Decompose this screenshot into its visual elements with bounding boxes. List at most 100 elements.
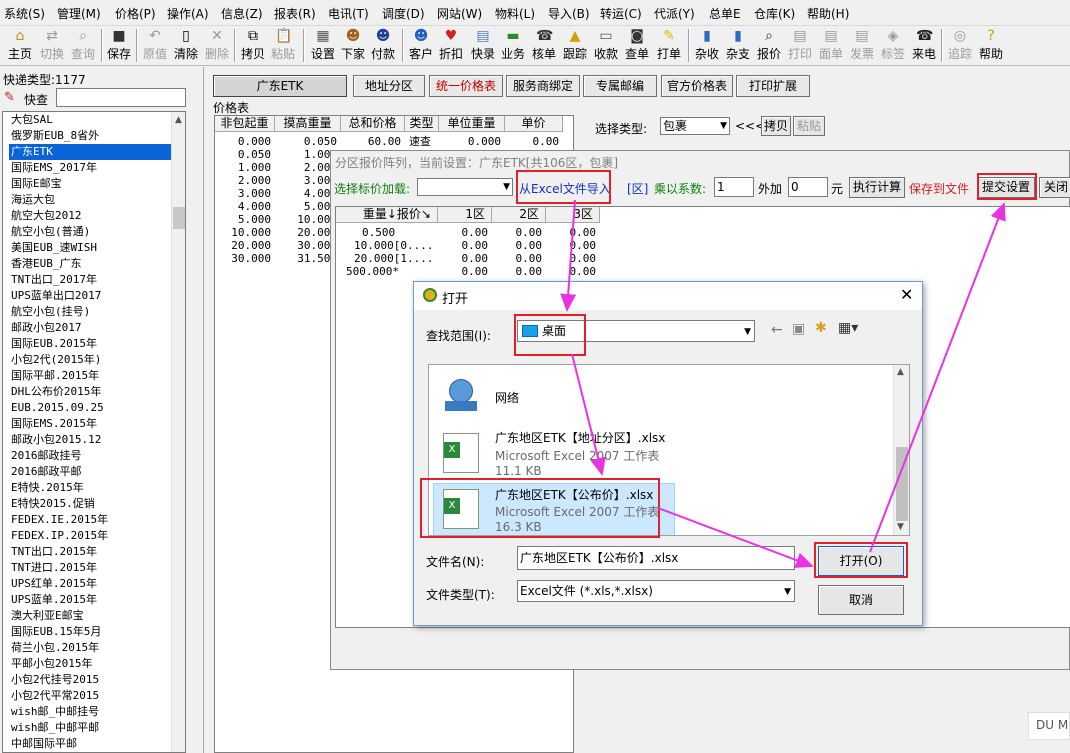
list-item[interactable]: wish邮_中邮平邮 bbox=[11, 720, 99, 736]
table-cell[interactable]: 0.050 bbox=[215, 148, 271, 161]
column-header[interactable]: 单价 bbox=[505, 116, 563, 132]
menu-operate[interactable]: 操作(A) bbox=[167, 5, 209, 22]
list-item[interactable]: E特快.2015年 bbox=[11, 480, 84, 496]
file-list-scrollbar[interactable]: ▲ ▼ bbox=[893, 365, 909, 535]
zone-column-header[interactable]: 3区 bbox=[546, 207, 600, 223]
close-icon[interactable]: ✕ bbox=[900, 285, 913, 304]
menu-info[interactable]: 信息(Z) bbox=[221, 5, 263, 22]
list-item[interactable]: 美国EUB_速WISH bbox=[11, 240, 97, 256]
list-item[interactable]: UPS蓝单出口2017 bbox=[11, 288, 101, 304]
list-item[interactable]: FEDEX.IP.2015年 bbox=[11, 528, 108, 544]
business-button[interactable]: ▬ 业务 bbox=[499, 27, 527, 64]
submit-settings-button[interactable]: 提交设置 bbox=[977, 177, 1035, 198]
execute-button[interactable]: 执行计算 bbox=[849, 177, 905, 198]
list-item[interactable]: 2016邮政平邮 bbox=[11, 464, 82, 480]
filename-input[interactable]: 广东地区ETK【公布价】.xlsx bbox=[517, 546, 795, 570]
list-item[interactable]: 广东ETK bbox=[9, 144, 171, 160]
zone-cell[interactable]: 0.00 bbox=[492, 226, 543, 239]
express-type-list[interactable]: 大包SAL 俄罗斯EUB_8省外 广东ETK 国际EMS_2017年 国际E邮宝 海运大包… bbox=[2, 111, 186, 753]
print-ext-button[interactable]: 打印扩展 bbox=[736, 75, 810, 97]
payment-button[interactable]: ☻ 付款 bbox=[369, 27, 397, 64]
zone-cell[interactable]: 20.000[1.... bbox=[336, 252, 434, 265]
type-paste-button[interactable]: 粘贴 bbox=[793, 116, 825, 136]
zone-column-header[interactable]: 重量↓报价↘ bbox=[336, 207, 438, 223]
table-cell[interactable]: 5.000 bbox=[275, 200, 337, 213]
list-item[interactable]: 航空大包2012 bbox=[11, 208, 82, 224]
list-item[interactable]: DHL公布价2015年 bbox=[11, 384, 101, 400]
next-button[interactable]: ☻ 下家 bbox=[339, 27, 367, 64]
waybill-button[interactable]: ▤ 面单 bbox=[817, 27, 845, 64]
save-button[interactable]: ■ 保存 bbox=[105, 27, 133, 64]
list-item[interactable]: TNT出口_2017年 bbox=[11, 272, 97, 288]
zone-column-header[interactable]: 2区 bbox=[492, 207, 546, 223]
exclusive-code-button[interactable]: 专属邮编 bbox=[583, 75, 657, 97]
save-file-link[interactable]: 保存到文件 bbox=[909, 180, 969, 197]
list-item[interactable]: 邮政小包2015.12 bbox=[11, 432, 101, 448]
table-cell[interactable]: 4.000 bbox=[215, 200, 271, 213]
list-item[interactable]: FEDEX.IE.2015年 bbox=[11, 512, 108, 528]
quote-button[interactable]: ⌕ 报价 bbox=[755, 27, 783, 64]
customer-button[interactable]: ☻ 客户 bbox=[407, 27, 435, 64]
list-item[interactable]: 2016邮政挂号 bbox=[11, 448, 82, 464]
scroll-thumb[interactable] bbox=[173, 207, 185, 229]
table-cell[interactable]: 20.000 bbox=[215, 239, 271, 252]
track-button[interactable]: ▲ 跟踪 bbox=[561, 27, 589, 64]
zone-cell[interactable]: 10.000[0.... bbox=[336, 239, 434, 252]
table-cell[interactable]: 速查 bbox=[405, 135, 435, 148]
misc-expense-button[interactable]: ▮ 杂支 bbox=[724, 27, 752, 64]
list-item[interactable]: 平邮小包2015年 bbox=[11, 656, 93, 672]
menu-import[interactable]: 导入(B) bbox=[548, 5, 590, 22]
list-item[interactable]: 国际EMS_2017年 bbox=[11, 160, 97, 176]
column-header[interactable]: 类型 bbox=[405, 116, 439, 132]
print-order-button[interactable]: ✎ 打单 bbox=[655, 27, 683, 64]
official-price-button[interactable]: 官方价格表 bbox=[661, 75, 733, 97]
incoming-call-button[interactable]: ☎ 来电 bbox=[910, 27, 938, 64]
quick-entry-button[interactable]: ▤ 快录 bbox=[469, 27, 497, 64]
lookin-dropdown[interactable]: 桌面 ▼ bbox=[517, 320, 755, 342]
list-item[interactable]: 大包SAL bbox=[11, 112, 53, 128]
menu-website[interactable]: 网站(W) bbox=[437, 5, 482, 22]
list-item[interactable]: 澳大利亚E邮宝 bbox=[11, 608, 84, 624]
menu-master[interactable]: 总单E bbox=[709, 5, 741, 22]
scroll-up-icon[interactable]: ▲ bbox=[175, 115, 182, 125]
misc-income-button[interactable]: ▮ 杂收 bbox=[693, 27, 721, 64]
list-item[interactable]: 荷兰小包.2015年 bbox=[11, 640, 99, 656]
menu-manage[interactable]: 管理(M) bbox=[57, 5, 101, 22]
scroll-thumb[interactable] bbox=[896, 447, 908, 521]
list-item[interactable]: 航空小包(普通) bbox=[11, 224, 90, 240]
menu-transfer[interactable]: 转运(C) bbox=[600, 5, 642, 22]
zone-cell[interactable]: 0.00 bbox=[546, 226, 597, 239]
column-header[interactable]: 摸高重量 bbox=[275, 116, 341, 132]
menu-system[interactable]: 系统(S) bbox=[4, 5, 45, 22]
table-cell[interactable]: 0.00 bbox=[505, 135, 560, 148]
verify-button[interactable]: ☎ 核单 bbox=[530, 27, 558, 64]
table-cell[interactable]: 31.500 bbox=[275, 252, 337, 265]
list-item[interactable]: 邮政小包2017 bbox=[11, 320, 82, 336]
list-item[interactable]: 航空小包(挂号) bbox=[11, 304, 90, 320]
multiply-input[interactable]: 1 bbox=[714, 177, 754, 197]
address-zone-button[interactable]: 地址分区 bbox=[353, 75, 425, 97]
table-cell[interactable]: 5.000 bbox=[215, 213, 271, 226]
list-item[interactable]: 国际E邮宝 bbox=[11, 176, 62, 192]
list-item[interactable]: 小包2代(2015年) bbox=[11, 352, 101, 368]
invoice-button[interactable]: ▤ 发票 bbox=[848, 27, 876, 64]
menu-telecom[interactable]: 电讯(T) bbox=[328, 5, 369, 22]
list-item[interactable]: wish邮_中邮挂号 bbox=[11, 704, 99, 720]
open-button[interactable]: 打开(O) bbox=[818, 546, 904, 576]
list-item[interactable]: TNT出口.2015年 bbox=[11, 544, 97, 560]
list-item[interactable]: E特快2015.促销 bbox=[11, 496, 95, 512]
list-item[interactable]: 小包2代平常2015 bbox=[11, 688, 99, 704]
table-cell[interactable]: 0.050 bbox=[275, 135, 337, 148]
list-item[interactable]: EUB.2015.09.25 bbox=[11, 400, 104, 416]
list-item[interactable]: 小包2代挂号2015 bbox=[11, 672, 99, 688]
print-button[interactable]: ▤ 打印 bbox=[786, 27, 814, 64]
table-cell[interactable]: 0.000 bbox=[215, 135, 271, 148]
menu-help[interactable]: 帮助(H) bbox=[807, 5, 849, 22]
list-item[interactable]: UPS红单.2015年 bbox=[11, 576, 97, 592]
menu-material[interactable]: 物料(L) bbox=[495, 5, 535, 22]
zone-cell[interactable]: 0.00 bbox=[546, 239, 597, 252]
list-item[interactable]: 国际EMS.2015年 bbox=[11, 416, 97, 432]
service-bind-button[interactable]: 服务商绑定 bbox=[506, 75, 580, 97]
trace-button[interactable]: ◎ 追踪 bbox=[946, 27, 974, 64]
scroll-down-icon[interactable]: ▼ bbox=[897, 522, 904, 532]
